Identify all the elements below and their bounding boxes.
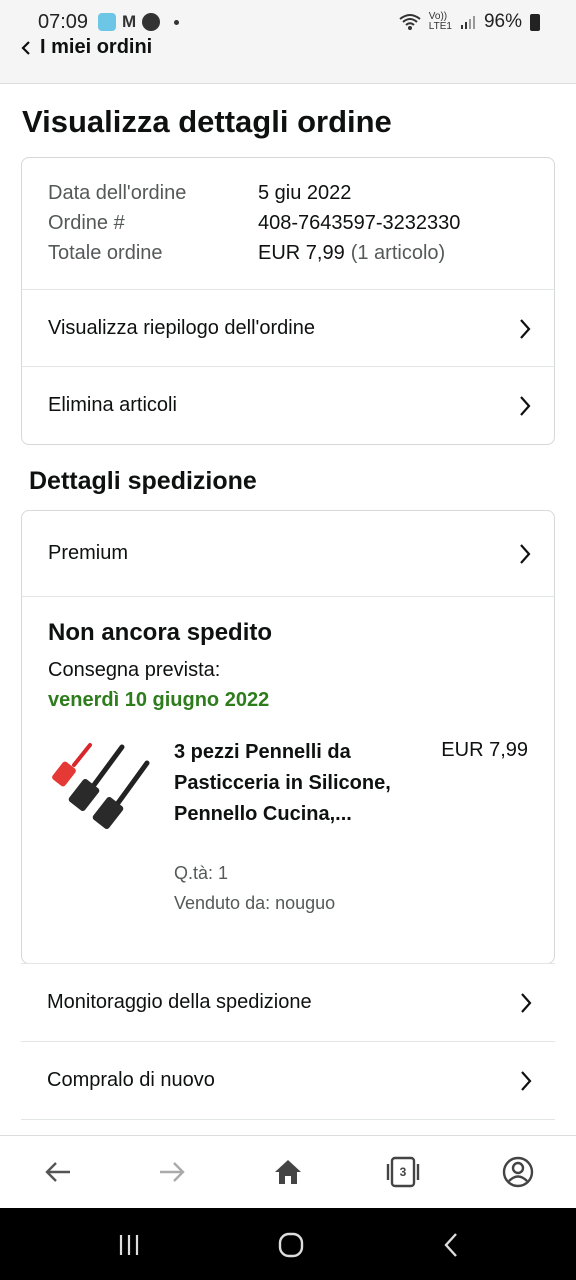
chevron-right-icon — [520, 543, 531, 564]
browser-home-button[interactable] — [270, 1154, 306, 1190]
delete-items-label: Elimina articoli — [48, 394, 177, 416]
notification-icons: M — [98, 12, 180, 32]
shipping-card: Premium Non ancora spedito Consegna prev… — [21, 510, 555, 964]
wifi-icon — [399, 14, 421, 30]
browser-account-button[interactable] — [500, 1154, 536, 1190]
product-price: EUR 7,99 — [441, 739, 528, 761]
signal-icon — [460, 16, 475, 29]
status-time: 07:09 — [38, 11, 89, 33]
shipment-status: Non ancora spedito — [48, 619, 273, 646]
recent-apps-button[interactable] — [114, 1230, 144, 1260]
back-link-label: I miei ordini — [40, 36, 153, 58]
buy-again-link[interactable]: Compralo di nuovo — [21, 1041, 555, 1119]
order-number-label: Ordine # — [48, 211, 125, 234]
order-date-label: Data dell'ordine — [48, 181, 187, 204]
page-title: Visualizza dettagli ordine — [22, 104, 392, 139]
delivery-label: Consegna prevista: — [48, 659, 221, 681]
chevron-left-icon — [21, 40, 30, 55]
battery-percent: 96% — [483, 11, 522, 32]
system-status: Vo)) LTE1 96% — [399, 11, 540, 33]
system-navigation-bar — [0, 1208, 576, 1280]
delivery-date: venerdì 10 giugno 2022 — [48, 689, 270, 711]
order-total-items: (1 articolo) — [350, 241, 446, 264]
browser-tabs-button[interactable]: 3 — [385, 1154, 421, 1190]
order-total-row: Totale ordine EUR 7,99 (1 articolo) — [48, 238, 460, 268]
home-circle-icon — [278, 1232, 304, 1258]
chevron-right-icon — [520, 318, 531, 339]
back-arrow-icon — [45, 1162, 70, 1182]
shipping-method-row[interactable]: Premium — [22, 511, 554, 596]
browser-toolbar: 3 — [0, 1135, 576, 1208]
chevron-right-icon — [521, 992, 532, 1013]
product-seller: Venduto da: nouguo — [174, 893, 336, 913]
back-to-orders-link[interactable]: I miei ordini — [20, 36, 152, 59]
tabs-count: 3 — [399, 1165, 407, 1179]
shipping-section-title: Dettagli spedizione — [29, 467, 257, 495]
delete-items-link[interactable]: Elimina articoli — [22, 366, 554, 444]
browser-forward-button[interactable] — [154, 1154, 190, 1190]
order-number-row: Ordine # 408-7643597-3232330 — [48, 208, 460, 238]
buy-again-label: Compralo di nuovo — [47, 1069, 215, 1091]
track-shipment-label: Monitoraggio della spedizione — [47, 991, 312, 1013]
track-shipment-link[interactable]: Monitoraggio della spedizione — [21, 963, 555, 1041]
system-back-button[interactable] — [436, 1230, 466, 1260]
product-title-link[interactable]: 3 pezzi Pennelli da Pasticceria in Silic… — [174, 737, 399, 830]
shipment-details: Non ancora spedito Consegna prevista: ve… — [22, 596, 554, 964]
account-icon — [502, 1156, 534, 1188]
chevron-right-icon — [521, 1070, 532, 1091]
gmail-icon: M — [122, 12, 137, 31]
recent-apps-icon — [119, 1235, 139, 1255]
back-nav-bar: I miei ordini — [0, 34, 576, 84]
order-total-value: EUR 7,99 — [258, 241, 345, 264]
weather-app-icon — [98, 13, 116, 31]
more-notifications-dot-icon — [174, 19, 180, 25]
order-summary-label: Visualizza riepilogo dell'ordine — [48, 317, 315, 339]
order-number-value: 408-7643597-3232330 — [258, 211, 461, 234]
shipping-method-label: Premium — [48, 542, 129, 564]
forward-arrow-icon — [160, 1162, 185, 1182]
order-total-label: Totale ordine — [48, 241, 163, 264]
order-info: Data dell'ordine 5 giu 2022 Ordine # 408… — [48, 178, 460, 268]
next-row-partial — [21, 1119, 555, 1135]
system-back-icon — [444, 1233, 457, 1257]
chevron-right-icon — [520, 395, 531, 416]
battery-icon — [530, 13, 540, 31]
whatsapp-icon — [142, 13, 161, 31]
order-summary-link[interactable]: Visualizza riepilogo dell'ordine — [22, 289, 554, 367]
order-info-card: Data dell'ordine 5 giu 2022 Ordine # 408… — [21, 157, 555, 445]
order-date-value: 5 giu 2022 — [258, 181, 352, 204]
volte-icon: Vo)) LTE1 — [428, 11, 452, 32]
home-icon — [275, 1160, 301, 1184]
home-system-button[interactable] — [276, 1230, 306, 1260]
order-date-row: Data dell'ordine 5 giu 2022 — [48, 178, 460, 208]
browser-back-button[interactable] — [40, 1154, 76, 1190]
product-quantity: Q.tà: 1 — [174, 863, 229, 883]
product-image[interactable] — [52, 737, 152, 847]
